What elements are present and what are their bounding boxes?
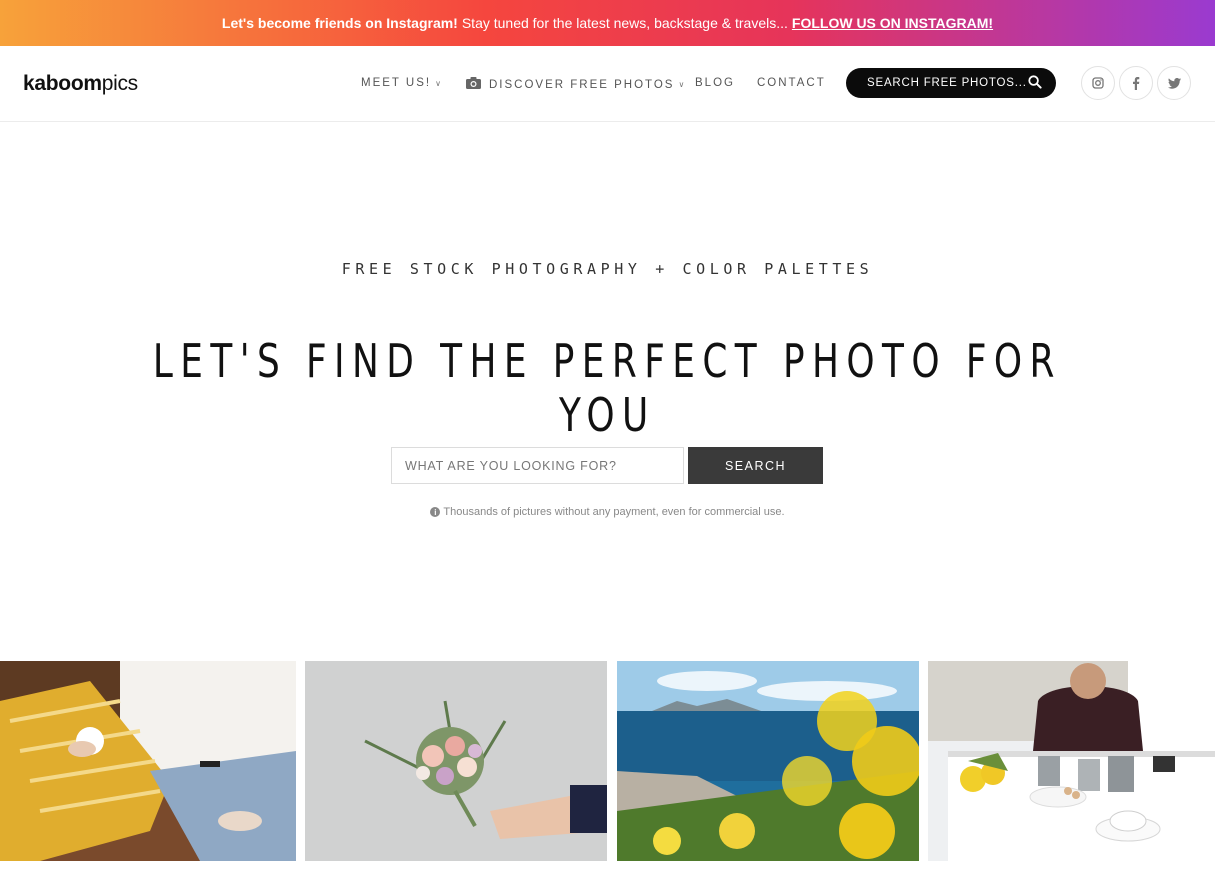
nav-meet-us-label: MEET US! — [361, 77, 432, 89]
facebook-icon[interactable] — [1119, 66, 1153, 100]
instagram-follow-link[interactable]: FOLLOW US ON INSTAGRAM! — [792, 15, 993, 31]
info-icon: i — [430, 507, 441, 517]
hero-note: i Thousands of pictures without any paym… — [0, 506, 1215, 518]
hero-kicker: FREE STOCK PHOTOGRAPHY + COLOR PALETTES — [341, 260, 874, 278]
featured-photo[interactable] — [305, 661, 607, 861]
featured-photo[interactable] — [617, 661, 919, 861]
search-icon — [1028, 75, 1042, 92]
nav-blog-label: BLOG — [695, 77, 735, 89]
site-header: kaboompics MEET US! ∨ DISCOVER FREE PHOT… — [0, 46, 1215, 122]
hero-search-button[interactable]: SEARCH — [688, 447, 823, 484]
nav-contact[interactable]: CONTACT — [757, 77, 826, 89]
nav-discover-photos[interactable]: DISCOVER FREE PHOTOS ∨ — [466, 77, 686, 92]
kaboompics-logo[interactable]: kaboompics — [23, 72, 138, 96]
nav-meet-us[interactable]: MEET US! ∨ — [361, 77, 443, 89]
promo-text: Stay tuned for the latest news, backstag… — [461, 15, 788, 31]
header-search-label: SEARCH FREE PHOTOS... — [867, 77, 1027, 89]
nav-discover-label: DISCOVER FREE PHOTOS — [489, 78, 675, 91]
instagram-icon[interactable] — [1081, 66, 1115, 100]
promo-bold-text: Let's become friends on Instagram! — [221, 15, 458, 31]
featured-photo[interactable] — [928, 661, 1215, 861]
nav-blog[interactable]: BLOG — [695, 77, 735, 89]
hero-note-text: Thousands of pictures without any paymen… — [443, 506, 785, 518]
chevron-down-icon: ∨ — [678, 80, 687, 89]
header-search-button[interactable]: SEARCH FREE PHOTOS... — [846, 68, 1056, 98]
hero-headline: LET'S FIND THE PERFECT PHOTO FOR YOU — [152, 334, 1062, 442]
chevron-down-icon: ∨ — [435, 78, 443, 88]
logo-bold: kaboom — [23, 72, 102, 95]
featured-photo[interactable] — [0, 661, 296, 861]
logo-light: pics — [101, 72, 138, 95]
nav-contact-label: CONTACT — [757, 77, 826, 89]
hero-search-input[interactable] — [391, 447, 684, 484]
camera-icon — [466, 77, 481, 92]
twitter-icon[interactable] — [1157, 66, 1191, 100]
promo-banner: Let's become friends on Instagram! Stay … — [0, 0, 1215, 46]
